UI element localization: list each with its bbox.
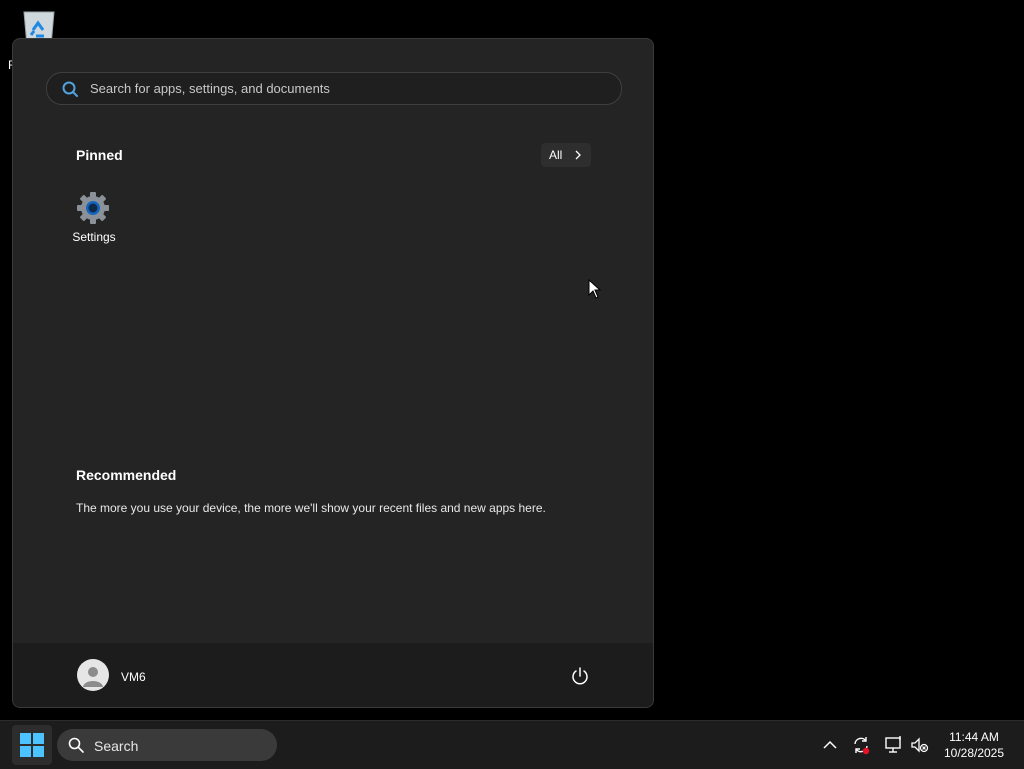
app-name: Settings — [72, 230, 116, 244]
taskbar-clock[interactable]: 11:44 AM 10/28/2025 — [938, 729, 1010, 761]
search-icon — [68, 737, 84, 753]
start-menu: Search for apps, settings, and documents… — [12, 38, 654, 708]
clock-time: 11:44 AM — [949, 730, 999, 744]
recommended-empty-message: The more you use your device, the more w… — [76, 501, 546, 515]
power-icon[interactable] — [570, 666, 590, 686]
volume-muted-icon[interactable] — [910, 735, 930, 755]
chevron-up-icon[interactable] — [820, 735, 840, 755]
taskbar: Search 11:44 AM 10/28/2025 — [0, 720, 1024, 769]
user-name[interactable]: VM6 — [121, 670, 146, 684]
all-apps-label: All — [549, 148, 563, 162]
pinned-app-settings[interactable]: Settings — [59, 185, 129, 249]
user-avatar[interactable] — [77, 659, 109, 691]
clock-date: 10/28/2025 — [943, 746, 1005, 760]
taskbar-search-box[interactable]: Search — [57, 729, 277, 761]
chevron-right-icon — [575, 150, 581, 160]
settings-gear-icon — [77, 192, 109, 224]
recommended-heading: Recommended — [76, 467, 177, 483]
sync-icon[interactable] — [851, 735, 871, 755]
mouse-cursor-icon — [588, 279, 602, 299]
pinned-heading: Pinned — [76, 147, 123, 163]
start-button[interactable] — [12, 725, 52, 765]
start-footer: VM6 — [13, 643, 653, 707]
windows-logo-icon — [20, 733, 44, 757]
search-icon — [62, 81, 78, 97]
taskbar-search-label: Search — [94, 738, 139, 754]
search-placeholder: Search for apps, settings, and documents — [90, 81, 330, 96]
network-icon[interactable] — [884, 735, 904, 755]
user-icon — [83, 667, 103, 687]
all-apps-button[interactable]: All — [541, 143, 591, 167]
start-search-box[interactable]: Search for apps, settings, and documents — [46, 72, 622, 105]
